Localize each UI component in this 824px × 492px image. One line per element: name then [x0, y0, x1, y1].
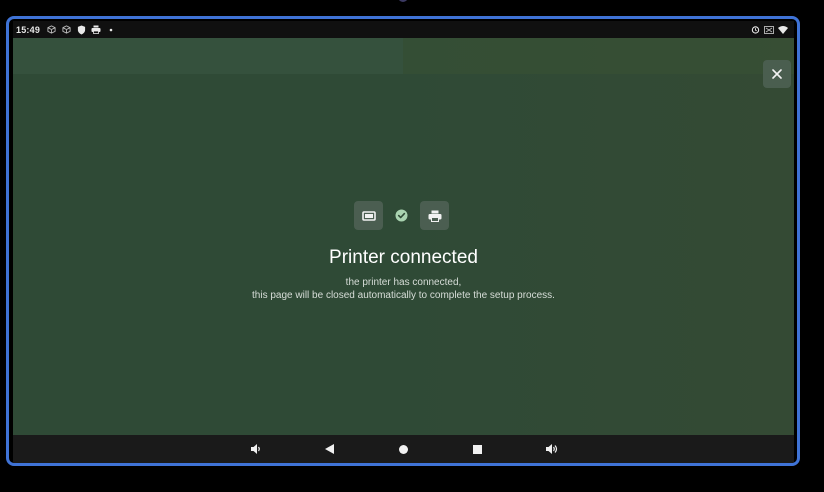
screen: 15:49 Printer connected the printer has … [13, 21, 794, 463]
connection-status-icons [354, 201, 449, 230]
volume-down-icon [250, 444, 260, 454]
device-icon [354, 201, 383, 230]
printer-icon [420, 201, 449, 230]
volume-up-button[interactable] [544, 441, 560, 457]
dialog-message: the printer has connected, this page wil… [13, 276, 794, 302]
recents-button[interactable] [470, 441, 486, 457]
cube-icon [46, 25, 56, 35]
dialog-content: Printer connected the printer has connec… [13, 38, 794, 435]
status-bar: 15:49 [13, 21, 794, 38]
dot-icon [106, 25, 116, 35]
wifi-icon [778, 25, 788, 35]
check-circle-icon [395, 209, 408, 222]
volume-up-icon [545, 444, 557, 454]
home-icon [399, 444, 408, 454]
navigation-bar [13, 435, 794, 463]
close-icon [772, 69, 782, 79]
status-time: 15:49 [16, 24, 41, 35]
back-icon [325, 444, 334, 454]
dialog-title: Printer connected [329, 247, 478, 268]
back-button[interactable] [322, 441, 338, 457]
camera-notch [398, 0, 408, 2]
volume-down-button[interactable] [248, 441, 264, 457]
no-sim-icon [764, 25, 774, 35]
cube-icon [61, 25, 71, 35]
alarm-icon [750, 25, 760, 35]
printer-icon [91, 25, 101, 35]
shield-icon [76, 25, 86, 35]
device-frame: 15:49 Printer connected the printer has … [6, 16, 800, 466]
home-button[interactable] [396, 441, 412, 457]
close-button[interactable] [763, 60, 791, 88]
recents-icon [473, 444, 482, 454]
dialog-message-line: this page will be closed automatically t… [252, 290, 555, 301]
dialog-message-line: the printer has connected, [345, 277, 462, 288]
